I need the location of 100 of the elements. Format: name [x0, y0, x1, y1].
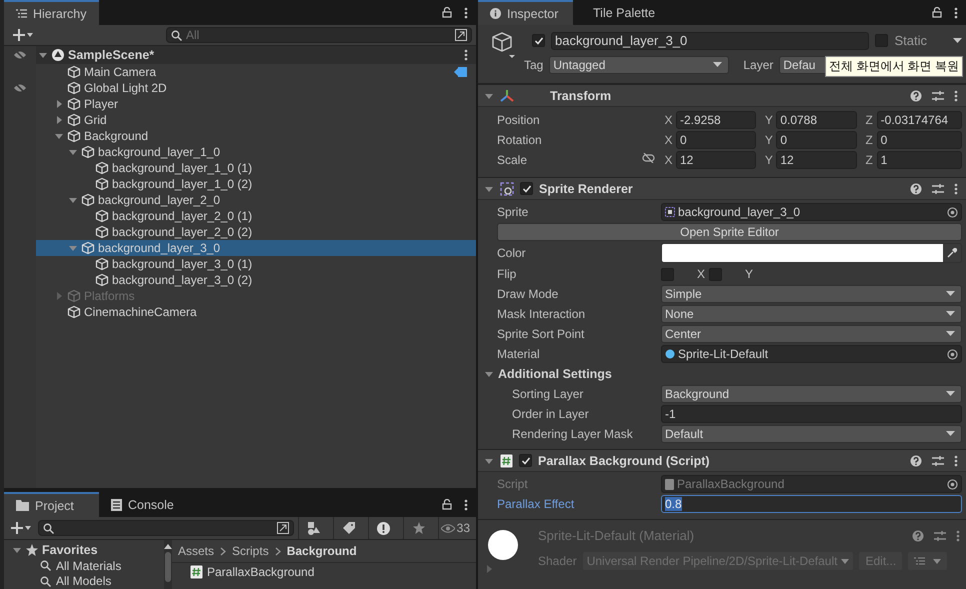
- lock-icon[interactable]: [442, 7, 452, 18]
- tree-item[interactable]: background_layer_2_0: [36, 192, 476, 208]
- visibility-toggle-icon[interactable]: [13, 49, 27, 61]
- component-header[interactable]: Sprite Renderer: [478, 177, 966, 200]
- expand-arrow-icon[interactable]: [38, 50, 48, 60]
- scroll-up-icon[interactable]: [164, 543, 172, 549]
- panel-tab[interactable]: Project: [4, 492, 99, 517]
- tree-item[interactable]: Grid: [36, 112, 476, 128]
- more-icon[interactable]: [954, 90, 958, 102]
- options-dropdown[interactable]: [908, 552, 948, 570]
- tree-item[interactable]: Player: [36, 96, 476, 112]
- shapes-icon[interactable]: [307, 522, 320, 534]
- panel-tab[interactable]: Console: [99, 492, 186, 517]
- component-header[interactable]: Parallax Background (Script): [478, 449, 966, 472]
- expand-arrow-icon[interactable]: [68, 195, 78, 205]
- lock-icon[interactable]: [932, 7, 942, 18]
- name-field[interactable]: background_layer_3_0: [551, 32, 870, 50]
- cube-icon[interactable]: [491, 31, 515, 59]
- search-field[interactable]: [38, 520, 294, 536]
- dropdown[interactable]: Center: [661, 325, 962, 343]
- scene-row[interactable]: SampleScene*: [36, 46, 476, 64]
- preset-icon[interactable]: [934, 530, 946, 542]
- breadcrumb-link[interactable]: Background: [286, 544, 357, 558]
- tree-item[interactable]: background_layer_3_0 (2): [36, 272, 476, 288]
- component-header[interactable]: Transform: [478, 84, 966, 107]
- object-field[interactable]: background_layer_3_0: [661, 203, 962, 221]
- tree-item[interactable]: Global Light 2D: [36, 80, 476, 96]
- section-header[interactable]: Additional Settings: [478, 365, 962, 383]
- more-icon[interactable]: [954, 454, 958, 466]
- help-icon[interactable]: [910, 454, 922, 466]
- number-field[interactable]: 0.8: [661, 495, 962, 513]
- checkbox[interactable]: [520, 182, 533, 195]
- checkbox[interactable]: [709, 268, 722, 280]
- breadcrumb-link[interactable]: Assets: [178, 544, 214, 558]
- scrollbar-thumb[interactable]: [165, 552, 171, 582]
- checkbox[interactable]: [519, 454, 532, 467]
- number-field[interactable]: -1: [661, 405, 962, 423]
- color-field[interactable]: [661, 243, 962, 263]
- help-icon[interactable]: [910, 182, 922, 194]
- number-field[interactable]: 1: [876, 151, 962, 169]
- hierarchy-tab[interactable]: Hierarchy: [4, 0, 99, 25]
- tree-item[interactable]: Main Camera: [36, 64, 476, 80]
- expand-arrow-icon[interactable]: [484, 369, 494, 379]
- tree-item[interactable]: background_layer_1_0 (1): [36, 160, 476, 176]
- more-icon[interactable]: [954, 182, 958, 194]
- more-icon[interactable]: [464, 6, 468, 18]
- favorites-header[interactable]: Favorites: [4, 542, 164, 558]
- tree-item[interactable]: background_layer_3_0: [36, 240, 476, 256]
- hidden-icon[interactable]: [13, 82, 27, 94]
- preset-icon[interactable]: [932, 454, 944, 466]
- more-icon[interactable]: [464, 49, 468, 61]
- tag-icon[interactable]: [342, 522, 355, 534]
- number-field[interactable]: 12: [676, 151, 756, 169]
- number-field[interactable]: 0: [776, 131, 857, 149]
- number-field[interactable]: 0: [676, 131, 756, 149]
- object-picker-icon[interactable]: [947, 348, 958, 360]
- object-picker-icon[interactable]: [947, 206, 958, 218]
- dropdown[interactable]: Simple: [661, 285, 962, 303]
- eyedropper-icon[interactable]: [947, 248, 957, 258]
- number-field[interactable]: -2.9258: [676, 111, 756, 129]
- checkbox[interactable]: [532, 34, 545, 47]
- open-sprite-editor-button[interactable]: Open Sprite Editor: [497, 223, 962, 241]
- object-field[interactable]: Sprite-Lit-Default: [661, 345, 962, 363]
- file-name[interactable]: ParallaxBackground: [207, 565, 314, 579]
- checkbox[interactable]: [875, 34, 888, 47]
- add-button[interactable]: [10, 29, 36, 41]
- visibility-count[interactable]: 33: [438, 517, 472, 539]
- tree-item[interactable]: background_layer_2_0 (1): [36, 208, 476, 224]
- expand-search-icon[interactable]: [276, 522, 289, 534]
- dropdown[interactable]: Default: [661, 425, 962, 443]
- more-icon[interactable]: [464, 498, 468, 510]
- constrain-proportions-icon[interactable]: [642, 153, 655, 163]
- panel-tab[interactable]: Tile Palette: [573, 0, 668, 25]
- tree-item[interactable]: Background: [36, 128, 476, 144]
- lock-icon[interactable]: [442, 499, 452, 510]
- preset-icon[interactable]: [932, 90, 944, 102]
- tree-item[interactable]: CinemachineCamera: [36, 304, 476, 320]
- number-field[interactable]: 12: [776, 151, 857, 169]
- expand-search-icon[interactable]: [455, 29, 467, 41]
- star-icon[interactable]: [412, 522, 425, 534]
- more-icon[interactable]: [954, 6, 958, 18]
- number-field[interactable]: 0.0788: [776, 111, 857, 129]
- preset-icon[interactable]: [932, 182, 944, 194]
- add-button[interactable]: [8, 522, 34, 534]
- tree-item[interactable]: background_layer_2_0 (2): [36, 224, 476, 240]
- warning-icon[interactable]: [377, 522, 390, 534]
- breadcrumb-link[interactable]: Scripts: [232, 544, 269, 558]
- tree-item[interactable]: background_layer_1_0: [36, 144, 476, 160]
- help-icon[interactable]: [910, 90, 922, 102]
- tree-item[interactable]: background_layer_1_0 (2): [36, 176, 476, 192]
- checkbox[interactable]: [661, 268, 674, 280]
- favorite-item[interactable]: All Models: [56, 574, 112, 588]
- favorite-item[interactable]: All Materials: [56, 558, 122, 572]
- tree-item[interactable]: background_layer_3_0 (1): [36, 256, 476, 272]
- number-field[interactable]: -0.03174764: [876, 111, 962, 129]
- search-field[interactable]: All: [166, 27, 472, 43]
- dropdown[interactable]: None: [661, 305, 962, 323]
- help-icon[interactable]: [912, 530, 924, 542]
- panel-tab[interactable]: Inspector: [478, 0, 573, 25]
- tag-dropdown[interactable]: Untagged: [549, 56, 730, 74]
